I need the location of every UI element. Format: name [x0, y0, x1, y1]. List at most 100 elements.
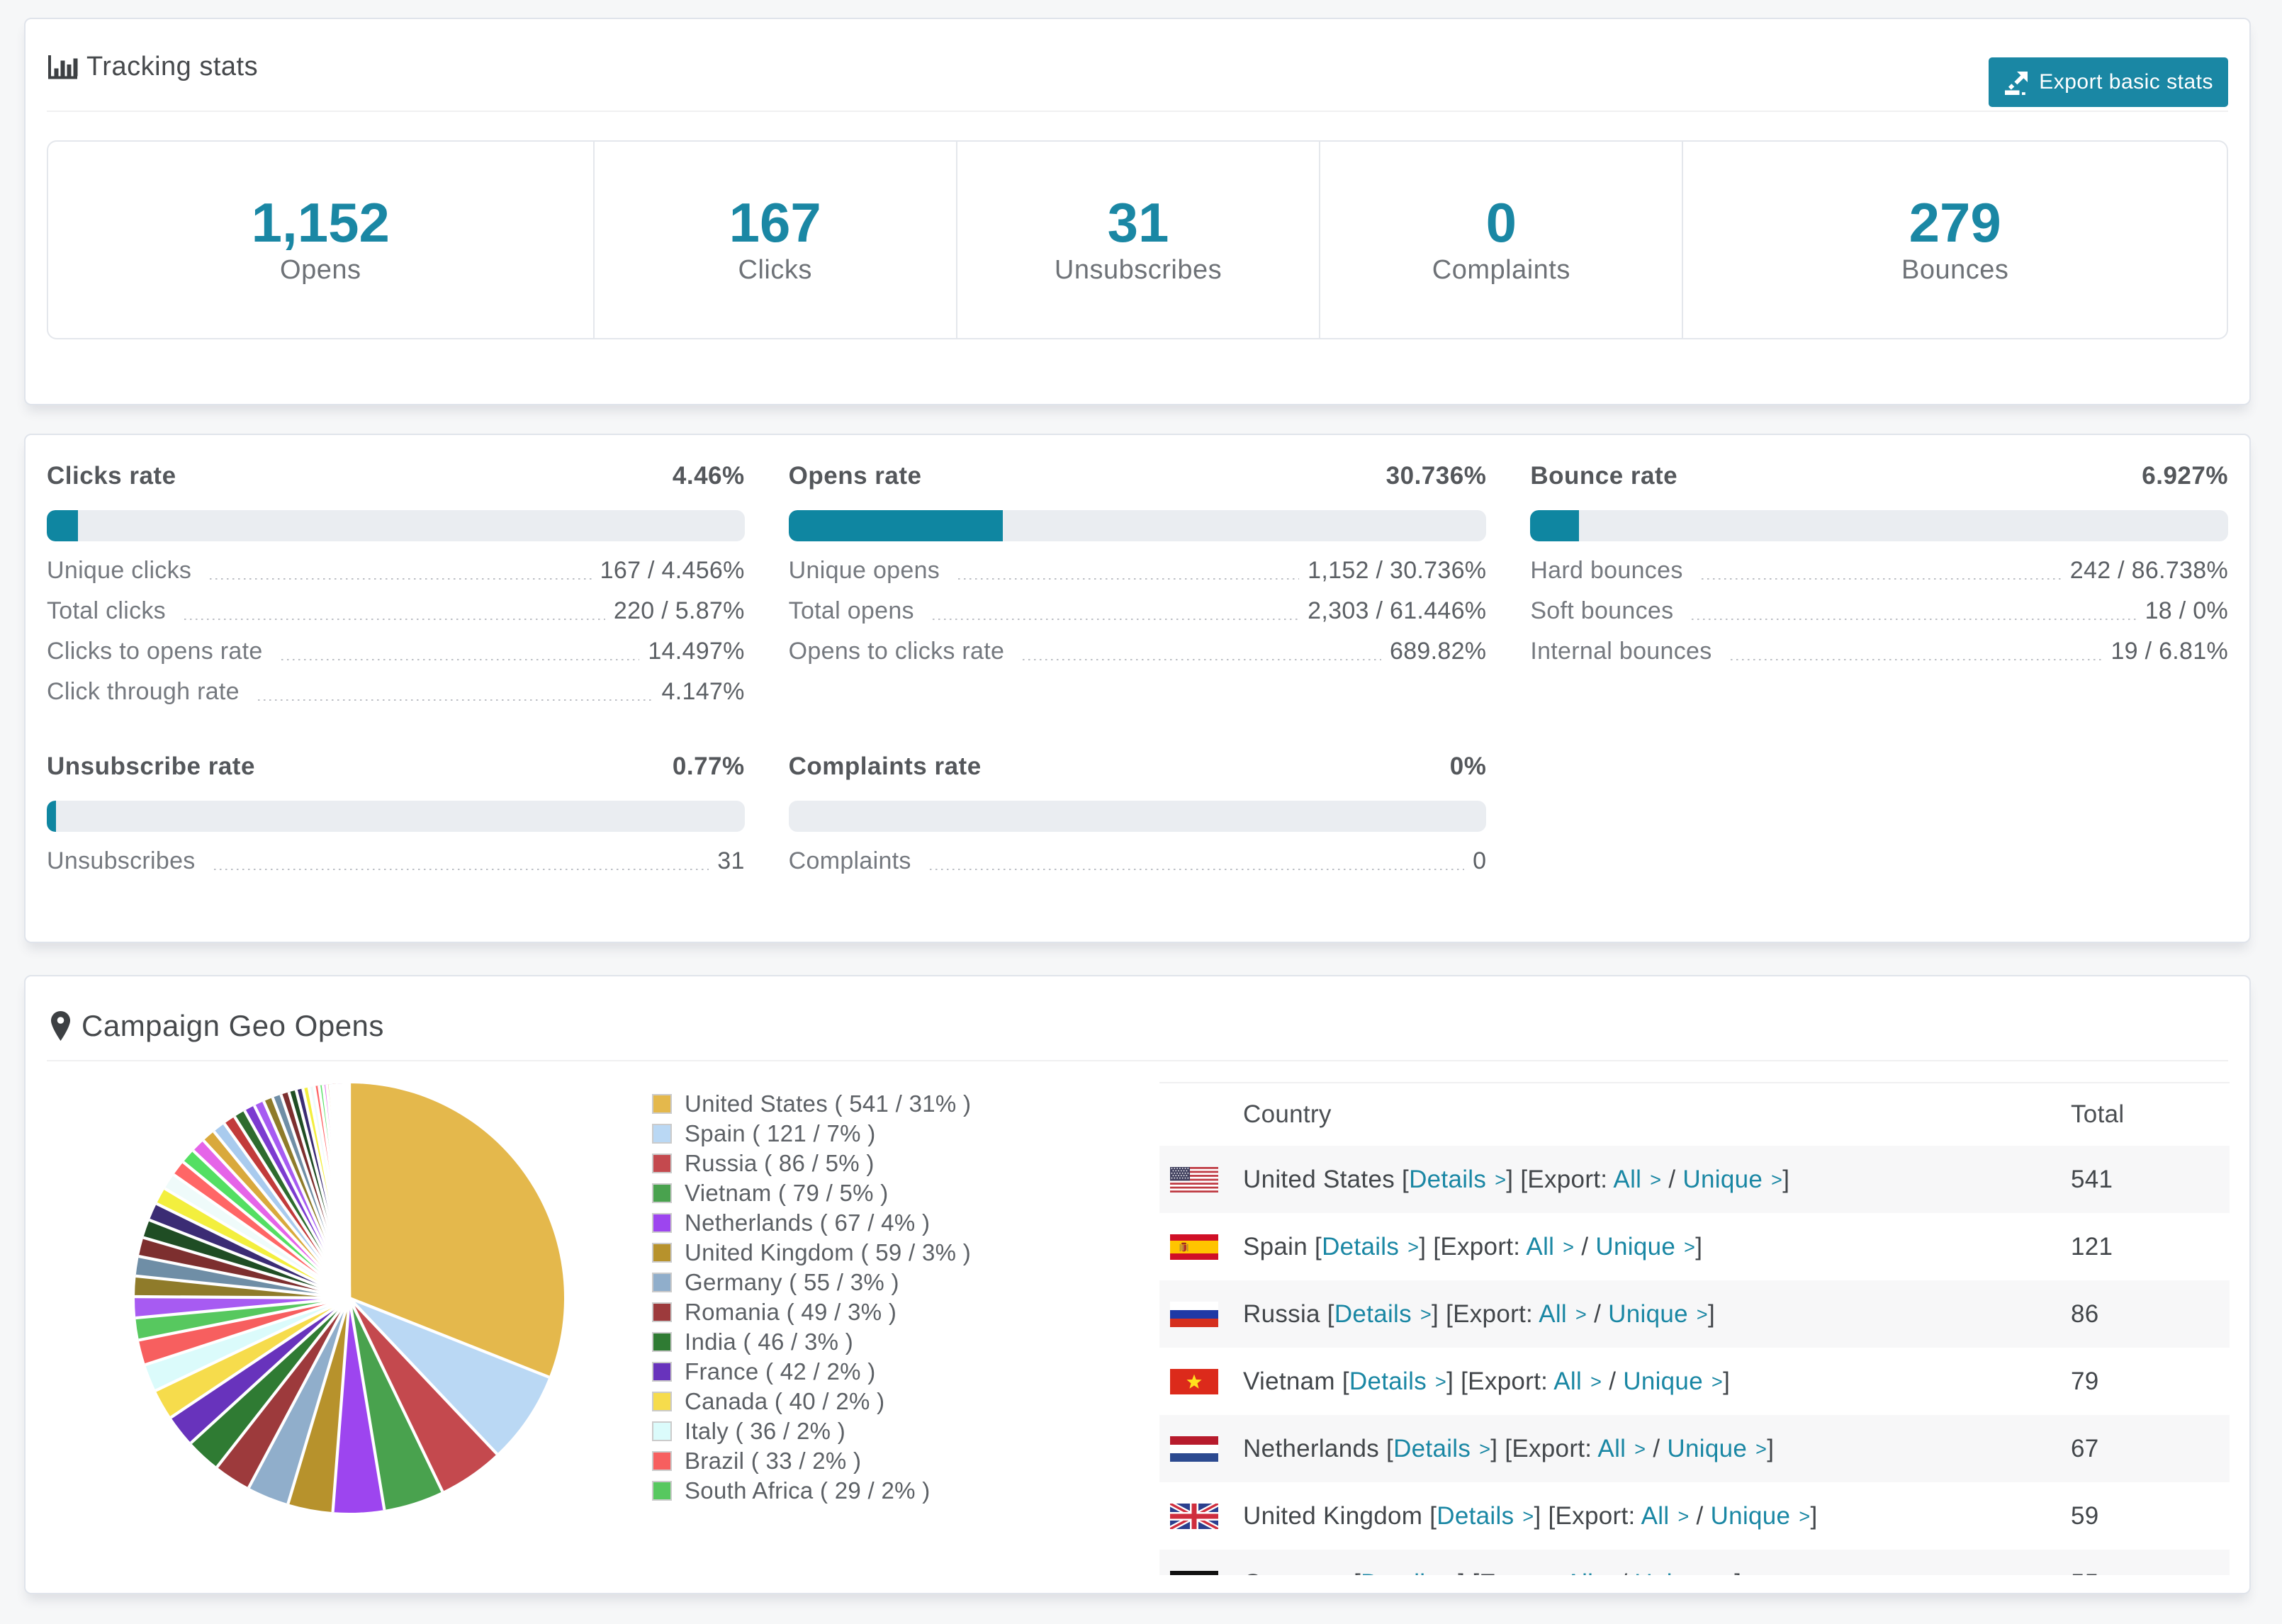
rate-row: Unique clicks 167 / 4.456%: [47, 557, 745, 597]
rate-value: 4.46%: [672, 462, 745, 490]
bracket-text: ]: [1810, 1501, 1818, 1530]
rate-row-value: 167 / 4.456%: [600, 557, 745, 584]
flag-us-icon: [1170, 1166, 1218, 1192]
export-unique-link[interactable]: Unique >: [1682, 1166, 1782, 1193]
slash-text: /: [1613, 1569, 1634, 1576]
geo-table-row-ru: Russia [Details >] [Export: All > / Uniq…: [1159, 1280, 2230, 1348]
bracket-text: ]: [1782, 1165, 1790, 1193]
summary-stat-unsubscribes: 31 Unsubscribes: [955, 142, 1319, 338]
geo-table-row-nl: Netherlands [Details >] [Export: All > /…: [1159, 1415, 2230, 1482]
details-link[interactable]: Details >: [1334, 1300, 1432, 1328]
dotted-leader: [257, 699, 653, 701]
rate-row: Complaints 0: [789, 847, 1487, 888]
legend-item: Canada ( 40 / 2% ): [652, 1387, 971, 1416]
bracket-text: ]: [1767, 1434, 1775, 1462]
details-link[interactable]: Details >: [1409, 1166, 1506, 1193]
export-all-link[interactable]: All >: [1641, 1502, 1690, 1530]
slash-text: /: [1646, 1434, 1668, 1462]
chevron-right-icon: >: [1696, 1303, 1708, 1325]
rate-row: Soft bounces 18 / 0%: [1530, 597, 2228, 638]
export-unique-link[interactable]: Unique >: [1711, 1502, 1811, 1530]
tracking-stats-card: Tracking stats Export basic stats 1,152 O…: [24, 18, 2251, 405]
country-name: Russia [: [1243, 1299, 1334, 1328]
export-all-link[interactable]: All >: [1553, 1368, 1602, 1395]
country-name: Netherlands [: [1243, 1434, 1394, 1462]
export-unique-link[interactable]: Unique >: [1623, 1368, 1723, 1395]
details-link[interactable]: Details >: [1322, 1233, 1419, 1261]
stat-label: Bounces: [1901, 255, 2009, 285]
export-unique-link[interactable]: Unique >: [1634, 1569, 1734, 1576]
progress-bar-fill: [47, 510, 78, 541]
rate-value: 6.927%: [2142, 462, 2228, 490]
rate-panel-clicks-rate: Clicks rate 4.46% Unique clicks 167 / 4.456…: [47, 461, 745, 718]
legend-label: United Kingdom ( 59 / 3% ): [685, 1239, 971, 1265]
export-all-link[interactable]: All >: [1565, 1569, 1613, 1576]
chevron-right-icon: >: [1712, 1370, 1724, 1392]
legend-swatch: [652, 1481, 672, 1501]
map-marker-icon: [51, 1011, 70, 1041]
bracket-text: ]: [1734, 1569, 1741, 1576]
dotted-leader: [932, 618, 1300, 620]
export-all-link[interactable]: All >: [1526, 1233, 1574, 1261]
rate-row: Internal bounces 19 / 6.81%: [1530, 638, 2228, 678]
legend-label: Germany ( 55 / 3% ): [685, 1269, 899, 1295]
bracket-text: ] [Export:: [1446, 1367, 1554, 1395]
details-link[interactable]: Details >: [1349, 1368, 1446, 1395]
country-total: 541: [2071, 1165, 2113, 1193]
bracket-text: ] [Export:: [1490, 1434, 1598, 1462]
export-basic-stats-button[interactable]: Export basic stats: [1989, 57, 2228, 107]
bracket-text: ] [Export:: [1432, 1299, 1539, 1328]
legend-swatch: [652, 1154, 672, 1173]
legend-item: Brazil ( 33 / 2% ): [652, 1446, 971, 1476]
chevron-right-icon: >: [1723, 1573, 1734, 1576]
legend-item: India ( 46 / 3% ): [652, 1327, 971, 1357]
country-name: Germany [: [1243, 1569, 1361, 1576]
export-unique-link[interactable]: Unique >: [1608, 1300, 1708, 1328]
export-all-link[interactable]: All >: [1539, 1300, 1587, 1328]
export-unique-link[interactable]: Unique >: [1667, 1435, 1767, 1462]
export-all-link[interactable]: All >: [1597, 1435, 1646, 1462]
rate-row-label: Opens to clicks rate: [788, 638, 1005, 665]
rate-title: Clicks rate: [47, 462, 176, 490]
export-icon: [2005, 72, 2028, 95]
bracket-text: ] [Export:: [1506, 1165, 1614, 1193]
country-total: 59: [2071, 1501, 2099, 1530]
pie-legend: United States ( 541 / 31% ) Spain ( 121 /…: [652, 1089, 971, 1506]
chevron-right-icon: >: [1435, 1370, 1447, 1392]
details-link[interactable]: Details >: [1393, 1435, 1490, 1462]
rate-row: Click through rate 4.147%: [47, 678, 745, 718]
progress-bar: [1530, 510, 2228, 541]
geo-body: United States ( 541 / 31% ) Spain ( 121 /…: [26, 1061, 2249, 1575]
stat-value: 1,152: [251, 191, 390, 254]
export-unique-link[interactable]: Unique >: [1595, 1233, 1695, 1261]
rate-row-label: Complaints: [788, 847, 911, 874]
legend-item: Netherlands ( 67 / 4% ): [652, 1208, 971, 1238]
details-link[interactable]: Details >: [1361, 1569, 1458, 1576]
export-button-label: Export basic stats: [2039, 70, 2213, 94]
geo-table-row-es: Spain [Details >] [Export: All > / Uniqu…: [1159, 1213, 2230, 1280]
legend-label: Netherlands ( 67 / 4% ): [685, 1209, 931, 1236]
rate-row: Hard bounces 242 / 86.738%: [1530, 557, 2228, 597]
rates-card: Clicks rate 4.46% Unique clicks 167 / 4.456…: [24, 434, 2251, 943]
legend-item: Spain ( 121 / 7% ): [652, 1119, 971, 1149]
chevron-right-icon: >: [1563, 1236, 1575, 1258]
stat-value: 0: [1485, 191, 1517, 254]
progress-bar-fill: [788, 510, 1004, 541]
export-all-link[interactable]: All >: [1613, 1166, 1661, 1193]
geo-table-row-de: Germany [Details >] [Export: All > / Uni…: [1159, 1550, 2230, 1575]
country-total: 86: [2071, 1299, 2099, 1328]
legend-label: India ( 46 / 3% ): [685, 1329, 854, 1355]
rate-title: Complaints rate: [788, 752, 982, 780]
rate-row-value: 14.497%: [648, 638, 745, 665]
chevron-right-icon: >: [1420, 1303, 1432, 1325]
rate-row-value: 19 / 6.81%: [2110, 638, 2228, 665]
geo-table-row-us: United States [Details >] [Export: All >…: [1159, 1146, 2230, 1213]
slash-text: /: [1587, 1299, 1609, 1328]
rate-row-label: Unsubscribes: [47, 847, 196, 874]
details-link[interactable]: Details >: [1437, 1502, 1534, 1530]
rate-row-value: 18 / 0%: [2145, 597, 2228, 624]
stat-label: Opens: [280, 255, 361, 285]
campaign-geo-opens-card: Campaign Geo Opens United States ( 541 /…: [24, 975, 2251, 1594]
rate-row-value: 4.147%: [661, 678, 745, 705]
stat-label: Unsubscribes: [1054, 255, 1222, 285]
